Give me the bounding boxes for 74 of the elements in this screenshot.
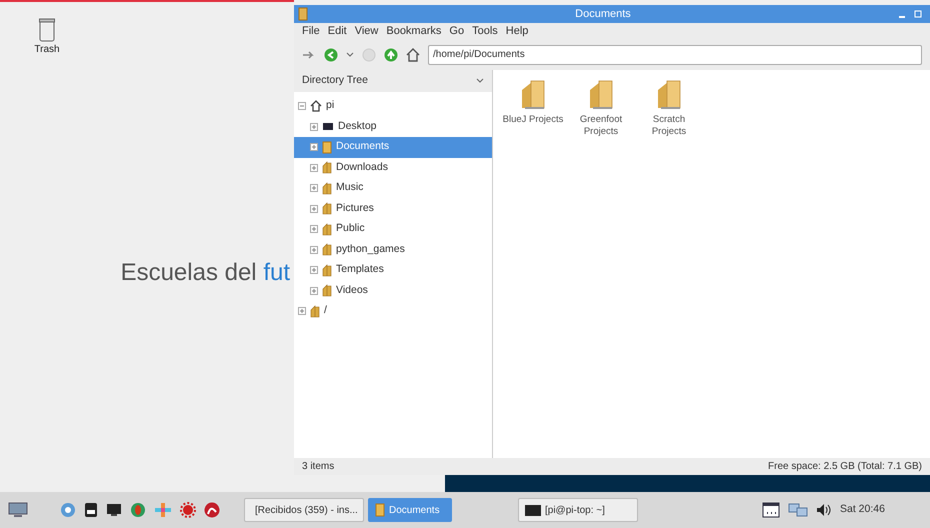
- window-title: Documents: [574, 6, 632, 22]
- menu-item[interactable]: Edit: [324, 23, 351, 40]
- menu-item[interactable]: Bookmarks: [382, 23, 446, 40]
- folder-icon: [375, 503, 385, 517]
- folder-icon: [322, 140, 332, 154]
- free-space-text: Free space: 2.5 GB (Total: 7.1 GB): [768, 460, 922, 474]
- caret-icon[interactable]: [346, 52, 354, 58]
- globe-icon[interactable]: [60, 502, 76, 518]
- terminal-icon: [525, 504, 541, 516]
- up-icon[interactable]: [384, 48, 398, 62]
- tree-item[interactable]: Pictures: [294, 198, 492, 219]
- arrow-icon[interactable]: [302, 49, 316, 61]
- expand-icon[interactable]: [310, 266, 318, 274]
- tree-item[interactable]: Videos: [294, 280, 492, 301]
- folder-icon: [322, 222, 332, 236]
- home-icon[interactable]: [406, 48, 420, 62]
- menu-item[interactable]: Go: [445, 23, 468, 40]
- folder-icon: [322, 284, 332, 298]
- monitor-icon[interactable]: [8, 502, 28, 518]
- status-text: 3 items: [302, 460, 334, 474]
- trash-icon[interactable]: [39, 18, 55, 42]
- expand-icon[interactable]: [310, 143, 318, 152]
- tree-item[interactable]: Public: [294, 219, 492, 240]
- tree-item[interactable]: /: [294, 301, 492, 322]
- expand-icon[interactable]: [310, 122, 318, 131]
- network-icon[interactable]: [788, 502, 808, 518]
- expand-icon[interactable]: [310, 204, 318, 213]
- back-icon[interactable]: [324, 48, 338, 62]
- folder-icon: [322, 243, 332, 256]
- folder-label[interactable]: Scratch Projects: [637, 114, 701, 138]
- tree-item[interactable]: Desktop: [294, 116, 492, 137]
- folder-icon[interactable]: [588, 78, 614, 110]
- folder-icon: [310, 304, 320, 318]
- folder-icon: [298, 7, 308, 21]
- folder-icon: [322, 161, 332, 174]
- wallpaper-text: Escuelas del fut: [120, 258, 290, 288]
- terminal-icon[interactable]: [106, 503, 122, 517]
- gear-icon[interactable]: [180, 502, 196, 518]
- tree-item[interactable]: pi: [294, 96, 492, 116]
- forward-icon: [362, 48, 376, 62]
- tree-item[interactable]: Templates: [294, 260, 492, 280]
- maximize-icon[interactable]: [914, 10, 922, 18]
- expand-icon[interactable]: [298, 307, 306, 316]
- collapse-icon[interactable]: [298, 102, 306, 110]
- menu-item[interactable]: File: [298, 23, 324, 40]
- folder-icon[interactable]: [520, 78, 546, 110]
- folder-icon: [322, 202, 332, 216]
- home-icon: [310, 100, 322, 112]
- menu-item[interactable]: Help: [502, 23, 532, 40]
- taskbar-button[interactable]: [Recibidos (359) - ins...: [244, 498, 364, 522]
- file-icon[interactable]: [84, 502, 98, 518]
- expand-icon[interactable]: [310, 286, 318, 295]
- tree-item[interactable]: Downloads: [294, 158, 492, 178]
- keyboard-icon[interactable]: [762, 502, 780, 518]
- trash-label[interactable]: Trash: [34, 42, 60, 57]
- expand-icon[interactable]: [310, 184, 318, 192]
- clock[interactable]: Sat 20:46: [840, 502, 885, 518]
- tree-item[interactable]: python_games: [294, 240, 492, 260]
- folder-label[interactable]: BlueJ Projects: [502, 114, 564, 126]
- path-field[interactable]: /home/pi/Documents: [428, 45, 922, 65]
- folder-icon[interactable]: [656, 78, 682, 110]
- folder-icon: [322, 264, 332, 277]
- expand-icon[interactable]: [310, 164, 318, 172]
- taskbar-button[interactable]: [pi@pi-top: ~]: [518, 498, 638, 522]
- caret-icon[interactable]: [476, 78, 484, 84]
- folder-label[interactable]: Greenfoot Projects: [569, 114, 633, 138]
- menu-item[interactable]: View: [350, 23, 382, 40]
- menu-item[interactable]: Tools: [468, 23, 502, 40]
- expand-icon[interactable]: [310, 225, 318, 234]
- folder-icon: [322, 182, 332, 195]
- volume-icon[interactable]: [816, 503, 832, 517]
- monitor-icon: [322, 122, 334, 132]
- tree-item[interactable]: Music: [294, 178, 492, 198]
- expand-icon[interactable]: [310, 246, 318, 254]
